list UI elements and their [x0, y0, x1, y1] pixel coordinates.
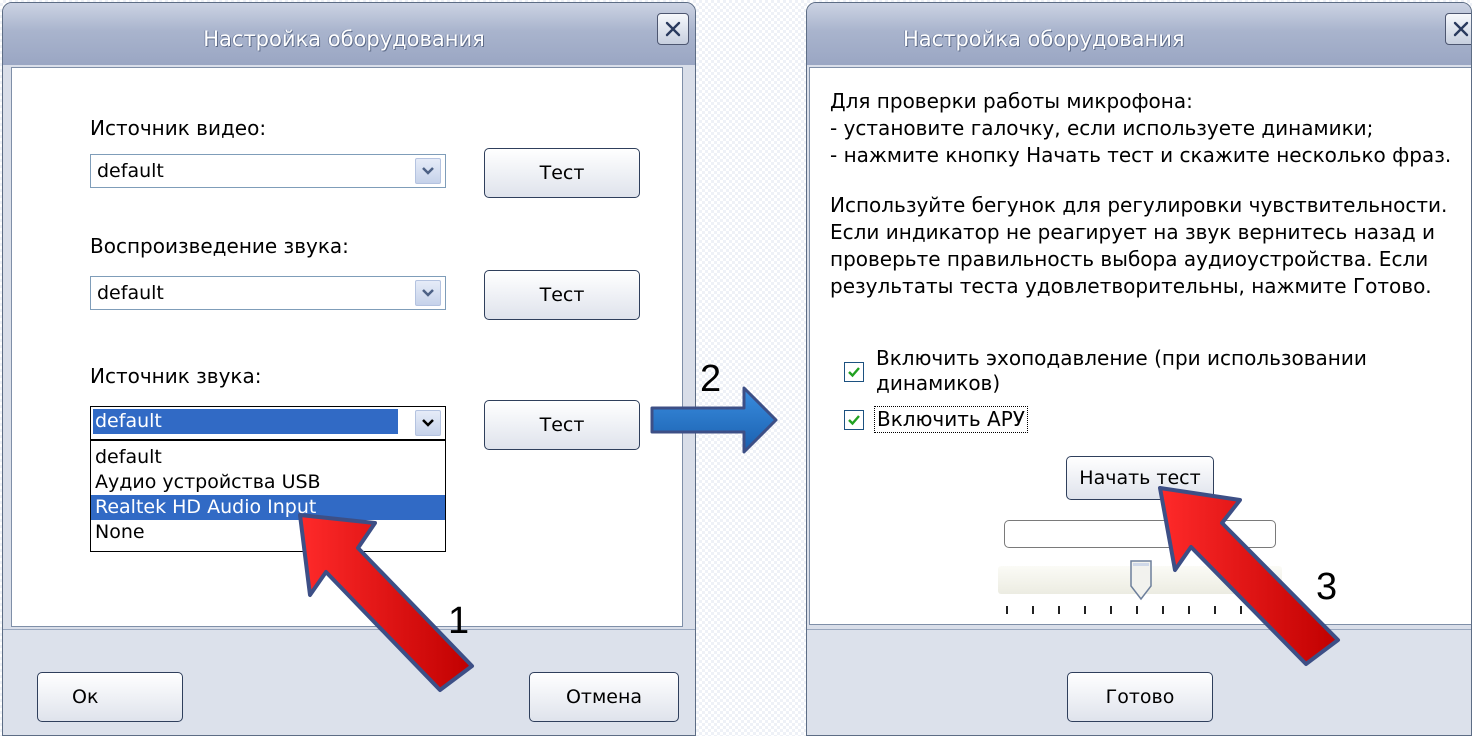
step-2-label: 2 [700, 358, 722, 400]
annotation-overlay [298, 386, 1340, 692]
red-arrow-1 [298, 513, 474, 692]
red-arrow-3 [1158, 486, 1340, 666]
step-3-label: 3 [1316, 566, 1338, 608]
step-1-label: 1 [448, 600, 470, 642]
